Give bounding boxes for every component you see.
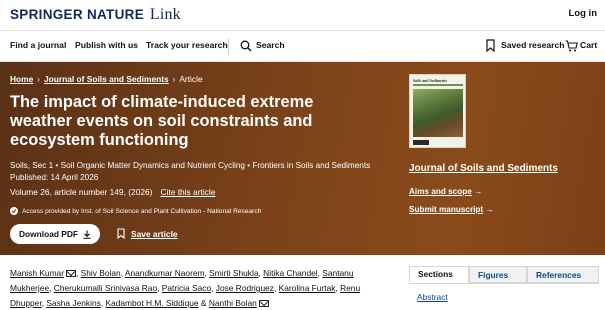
find-journal-link[interactable]: Find a journal (10, 40, 66, 50)
email-icon[interactable] (66, 270, 76, 277)
publish-link[interactable]: Publish with us (75, 40, 138, 50)
article-tabs: Sections Figures References (409, 266, 599, 283)
download-pdf-button[interactable]: Download PDF (10, 224, 100, 244)
cover-stripe (413, 84, 463, 86)
author-link[interactable]: Shiv Bolan (81, 268, 121, 278)
download-pdf-label: Download PDF (18, 229, 79, 239)
download-icon (83, 230, 91, 239)
breadcrumb-journal[interactable]: Journal of Soils and Sediments (44, 74, 169, 84)
cite-article-link[interactable]: Cite this article (160, 187, 215, 197)
tabs-divider (409, 283, 599, 284)
saved-research-link[interactable]: Saved research (501, 40, 565, 50)
author-link[interactable]: Nitika Chandel (263, 268, 317, 278)
author-link[interactable]: Anandkumar Naorem (125, 268, 205, 278)
author-list: Manish Kumar, Shiv Bolan, Anandkumar Nao… (10, 266, 380, 310)
login-link[interactable]: Log in (569, 8, 598, 19)
save-article-label: Save article (131, 228, 178, 239)
tab-figures[interactable]: Figures (469, 266, 527, 283)
author-link[interactable]: Nanthi Bolan (209, 298, 257, 308)
breadcrumb-home[interactable]: Home (10, 74, 33, 84)
save-article-button[interactable]: Save article (117, 228, 178, 239)
author-link[interactable]: Kadambot H.M. Siddique (105, 298, 198, 308)
author-link[interactable]: Manish Kumar (10, 268, 64, 278)
cart-link[interactable]: Cart (580, 40, 597, 50)
article-section: Soils, Sec 1 • Soil Organic Matter Dynam… (10, 161, 371, 170)
cart-icon[interactable] (565, 40, 578, 52)
journal-cover-image[interactable]: Soils and Sediments (409, 74, 466, 148)
author-link[interactable]: Patricia Saco (162, 283, 211, 293)
tab-sections[interactable]: Sections (409, 266, 469, 283)
abstract-link[interactable]: Abstract (417, 292, 448, 302)
author-link[interactable]: Sasha Jenkins (46, 298, 100, 308)
cover-photo (413, 89, 463, 137)
submit-manuscript-link[interactable]: Submit manuscript → (409, 205, 494, 214)
search-link[interactable]: Search (256, 40, 285, 50)
track-research-link[interactable]: Track your research (146, 40, 228, 50)
search-icon[interactable] (240, 40, 252, 52)
arrow-right-icon: → (474, 187, 483, 196)
access-notice: Access provided by Inst. of Soil Science… (10, 207, 261, 215)
breadcrumb: Home › Journal of Soils and Sediments › Arti… (10, 74, 203, 84)
breadcrumb-chevron-icon: › (37, 75, 40, 84)
nav-divider (228, 38, 229, 55)
access-text: Access provided by Inst. of Soil Science… (22, 207, 262, 215)
main-nav: Find a journal Publish with us Track you… (0, 31, 605, 61)
breadcrumb-article: Article (179, 74, 203, 84)
author-separator: & (198, 298, 209, 308)
author-link[interactable]: Cherukumalli Srinivasa Rao (54, 283, 157, 293)
author-link[interactable]: Jose Rodriguez (216, 283, 274, 293)
logo-link-text: Link (149, 6, 181, 23)
springer-nature-link-logo[interactable]: SPRINGER NATURE Link (10, 6, 181, 24)
submit-manuscript-label: Submit manuscript (409, 205, 484, 214)
aims-scope-label: Aims and scope (409, 187, 472, 196)
volume-text: Volume 26, article number 149, (2026) (10, 187, 153, 197)
article-title: The impact of climate-induced extreme we… (10, 93, 314, 149)
bookmark-icon (117, 228, 125, 239)
check-icon (10, 207, 18, 215)
article-hero: Home › Journal of Soils and Sediments › Arti… (0, 62, 605, 255)
logo-brand-text: SPRINGER NATURE (10, 7, 145, 22)
tab-references[interactable]: References (527, 266, 599, 283)
arrow-right-icon: → (485, 205, 494, 214)
author-link[interactable]: Smirti Shukla (209, 268, 258, 278)
published-date: Published: 14 April 2026 (10, 173, 99, 182)
cover-title: Soils and Sediments (413, 78, 448, 83)
email-icon[interactable] (258, 300, 269, 307)
top-header: SPRINGER NATURE Link Log in (0, 0, 605, 30)
journal-title-link[interactable]: Journal of Soils and Sediments (409, 163, 558, 174)
cover-publisher-mark (413, 140, 429, 145)
breadcrumb-chevron-icon: › (172, 75, 176, 84)
volume-line: Volume 26, article number 149, (2026) Cit… (10, 187, 215, 197)
author-link[interactable]: Karolina Furtak (279, 283, 336, 293)
bookmark-icon[interactable] (486, 39, 495, 52)
aims-scope-link[interactable]: Aims and scope → (409, 187, 482, 196)
